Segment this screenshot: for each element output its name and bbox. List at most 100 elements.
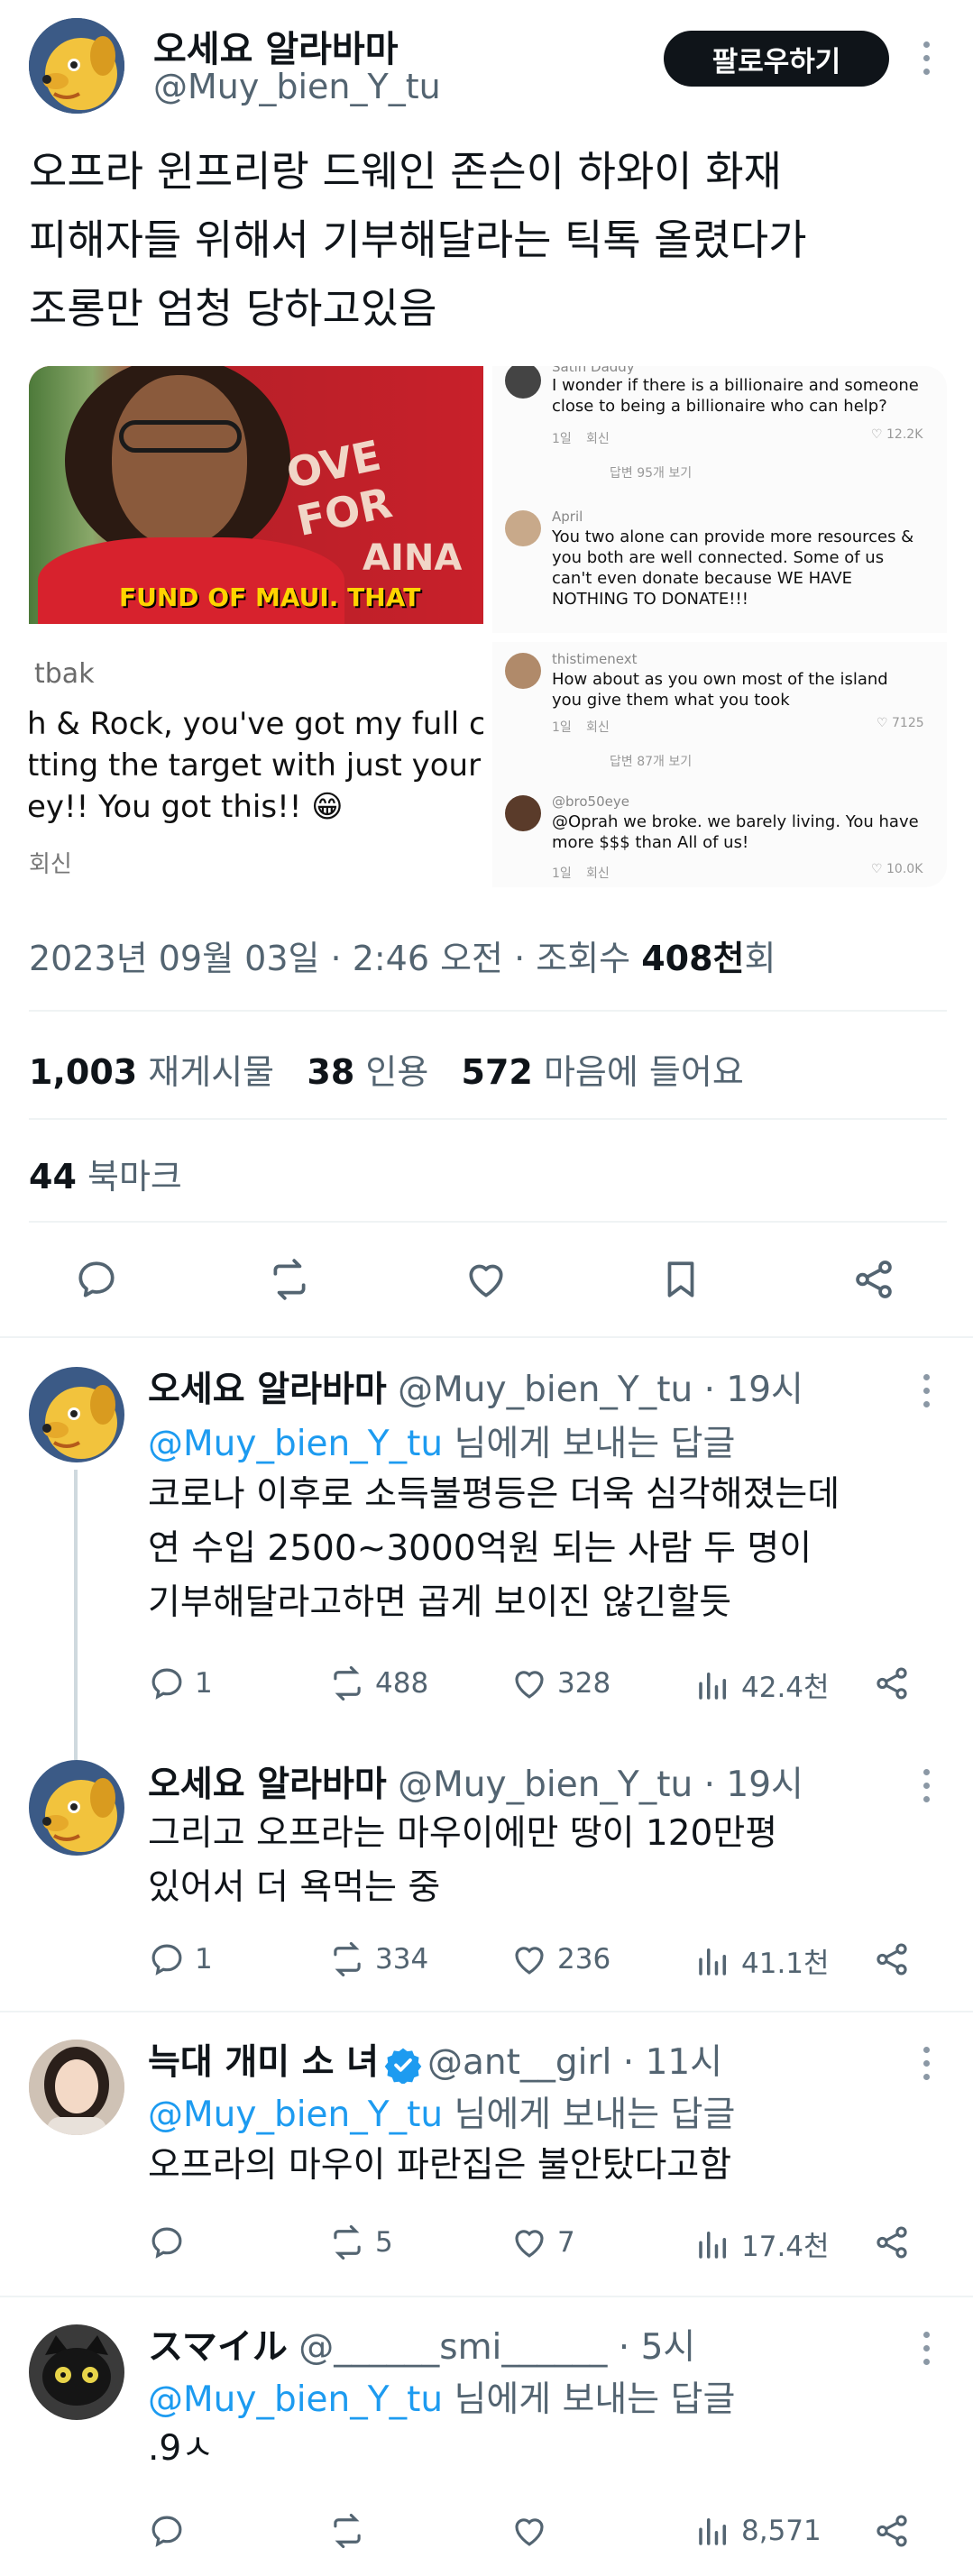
retweet-icon bbox=[273, 1259, 306, 1300]
retweet-icon bbox=[334, 1665, 361, 1701]
share-action[interactable] bbox=[873, 1664, 911, 1702]
retweets-stat[interactable]: 1,003 재게시물 bbox=[29, 1052, 274, 1092]
comment-line: more $$$ than All of us! bbox=[552, 833, 749, 852]
reply-author-handle[interactable]: @ant__girl · 11시 bbox=[427, 2042, 722, 2083]
reply-avatar[interactable] bbox=[29, 1760, 124, 1856]
comment-likes: ♡ 10.0K bbox=[871, 862, 923, 876]
author-name[interactable]: 오세요 알라바마 bbox=[153, 20, 399, 72]
like-action[interactable] bbox=[510, 2512, 557, 2550]
reply-action[interactable] bbox=[148, 2512, 195, 2550]
tweet-text-line: 조롱만 엄청 당하고있음 bbox=[29, 284, 437, 333]
bookmark-button[interactable] bbox=[658, 1257, 703, 1306]
media-image-comment[interactable]: tbak h & Rock, you've got my full co tti… bbox=[29, 633, 483, 887]
more-options-icon[interactable] bbox=[922, 2332, 931, 2365]
share-action[interactable] bbox=[873, 1940, 911, 1978]
views-action[interactable]: 42.4천 bbox=[694, 1664, 830, 1705]
retweet-count: 488 bbox=[375, 1667, 429, 1700]
views-action[interactable]: 17.4천 bbox=[694, 2223, 830, 2264]
retweet-icon bbox=[334, 2513, 361, 2549]
reply-text: .9ㅅ bbox=[148, 2422, 950, 2476]
tweet-text: 오프라 윈프리랑 드웨인 존슨이 하와이 화재 피해자들 위해서 기부해달라는 … bbox=[29, 137, 949, 343]
more-options-icon[interactable] bbox=[922, 1769, 931, 1802]
likes-stat[interactable]: 572 마음에 들어요 bbox=[462, 1052, 744, 1092]
heart-icon bbox=[515, 2518, 544, 2546]
follow-button[interactable]: 팔로우하기 bbox=[664, 31, 889, 87]
author-handle[interactable]: @Muy_bien_Y_tu bbox=[153, 67, 441, 106]
views-action[interactable]: 41.1천 bbox=[694, 1940, 830, 1981]
reply-to-handle[interactable]: @Muy_bien_Y_tu bbox=[148, 1424, 443, 1464]
media-grid[interactable]: OVE FOR AINA FUND OF MAUI. THAT tbak h &… bbox=[29, 366, 947, 887]
shirt-text: AINA bbox=[363, 537, 463, 579]
more-options-icon[interactable] bbox=[922, 41, 931, 75]
reply-text-line: 그리고 오프라는 마우이에만 땅이 120만평 bbox=[148, 1813, 778, 1854]
tweet-timestamp[interactable]: 2023년 09월 03일 · 2:46 오전 · 조회수 408천회 bbox=[29, 930, 776, 980]
retweet-button[interactable] bbox=[267, 1257, 312, 1306]
reply-author-handle[interactable]: @Muy_bien_Y_tu · 19시 bbox=[398, 1765, 803, 1805]
comment-like-count: 12.2K bbox=[886, 427, 923, 442]
reply-action[interactable]: 1 bbox=[148, 1940, 213, 1978]
reply-to-handle[interactable]: @Muy_bien_Y_tu bbox=[148, 2379, 443, 2420]
heart-icon bbox=[469, 1264, 503, 1297]
reply-author-name[interactable]: 오세요 알라바마 bbox=[148, 1765, 387, 1805]
reply-text-line: 오프라의 마우이 파란집은 불안탔다고함 bbox=[148, 2145, 732, 2186]
comment-line: tting the target with just your o bbox=[29, 747, 483, 784]
bookmarks-count: 44 bbox=[29, 1157, 77, 1196]
share-button[interactable] bbox=[851, 1257, 896, 1306]
retweets-label: 재게시물 bbox=[148, 1052, 275, 1092]
share-icon bbox=[877, 2226, 907, 2259]
like-action[interactable]: 328 bbox=[510, 1664, 610, 1702]
reply-to-handle[interactable]: @Muy_bien_Y_tu bbox=[148, 2095, 443, 2135]
retweet-action[interactable] bbox=[328, 2512, 375, 2550]
retweet-icon bbox=[334, 1941, 361, 1977]
views-count: 8,571 bbox=[741, 2515, 822, 2547]
glasses-shape bbox=[119, 420, 242, 453]
comment-time: 1일 bbox=[552, 866, 572, 881]
like-action[interactable]: 7 bbox=[510, 2223, 575, 2261]
views-count: 17.4천 bbox=[741, 2231, 830, 2263]
retweet-action[interactable]: 334 bbox=[328, 1940, 428, 1978]
quotes-stat[interactable]: 38 인용 bbox=[307, 1052, 428, 1092]
views-chart-icon bbox=[699, 2231, 726, 2259]
reply-action[interactable]: 1 bbox=[148, 1664, 213, 1702]
author-avatar[interactable] bbox=[29, 18, 124, 114]
bookmarks-stat[interactable]: 44 북마크 bbox=[29, 1149, 182, 1198]
media-image-oprah[interactable]: OVE FOR AINA FUND OF MAUI. THAT bbox=[29, 366, 483, 624]
tweet-text-line: 피해자들 위해서 기부해달라는 틱톡 올렸다가 bbox=[29, 215, 807, 264]
reply-action[interactable] bbox=[148, 2223, 195, 2261]
comment-line: NOTHING TO DONATE!!! bbox=[552, 590, 748, 609]
comment-line: you both are well connected. Some of us bbox=[552, 548, 885, 567]
views-chart-icon bbox=[699, 1672, 726, 1700]
comment-reply-label: 회신 bbox=[29, 851, 72, 878]
reply-button[interactable] bbox=[74, 1257, 119, 1306]
comment-line: you give them what you took bbox=[552, 691, 790, 710]
reply-text-line: 연 수입 2500~3000억원 되는 사람 두 명이 bbox=[148, 1528, 812, 1569]
reply-icon bbox=[151, 1944, 182, 1976]
reply-avatar[interactable] bbox=[29, 2040, 124, 2135]
media-image-comments[interactable]: Satin Daddy I wonder if there is a billi… bbox=[492, 366, 947, 887]
more-options-icon[interactable] bbox=[922, 1374, 931, 1407]
tweet-text-line: 오프라 윈프리랑 드웨인 존슨이 하와이 화재 bbox=[29, 147, 782, 196]
more-options-icon[interactable] bbox=[922, 2047, 931, 2080]
reply-author-handle[interactable]: @Muy_bien_Y_tu · 19시 bbox=[398, 1370, 803, 1410]
reply-author-name[interactable]: 오세요 알라바마 bbox=[148, 1370, 387, 1410]
retweet-action[interactable]: 488 bbox=[328, 1664, 428, 1702]
reply-author-name[interactable]: スマイル bbox=[148, 2327, 288, 2368]
reply-author-name[interactable]: 늑대 개미 소 녀 bbox=[148, 2042, 379, 2083]
views-action[interactable]: 8,571 bbox=[694, 2512, 822, 2550]
reply-count: 1 bbox=[195, 1667, 213, 1700]
like-button[interactable] bbox=[464, 1257, 509, 1306]
comment-line: You two alone can provide more resources… bbox=[552, 527, 914, 546]
comment-user: tbak bbox=[34, 658, 95, 690]
comment-user: April bbox=[552, 509, 583, 525]
reply-author-handle[interactable]: @______smi______ · 5시 bbox=[298, 2327, 695, 2368]
reply-avatar[interactable] bbox=[29, 1367, 124, 1462]
comment-user: @bro50eye bbox=[552, 793, 629, 810]
comment-thread: 답변 95개 보기 bbox=[610, 466, 693, 481]
reply-avatar[interactable] bbox=[29, 2324, 124, 2420]
like-action[interactable]: 236 bbox=[510, 1940, 610, 1978]
comment-reply-label: 회신 bbox=[586, 720, 610, 735]
share-action[interactable] bbox=[873, 2512, 911, 2550]
retweet-action[interactable]: 5 bbox=[328, 2223, 393, 2261]
share-action[interactable] bbox=[873, 2223, 911, 2261]
views-chart-icon bbox=[699, 1948, 726, 1976]
